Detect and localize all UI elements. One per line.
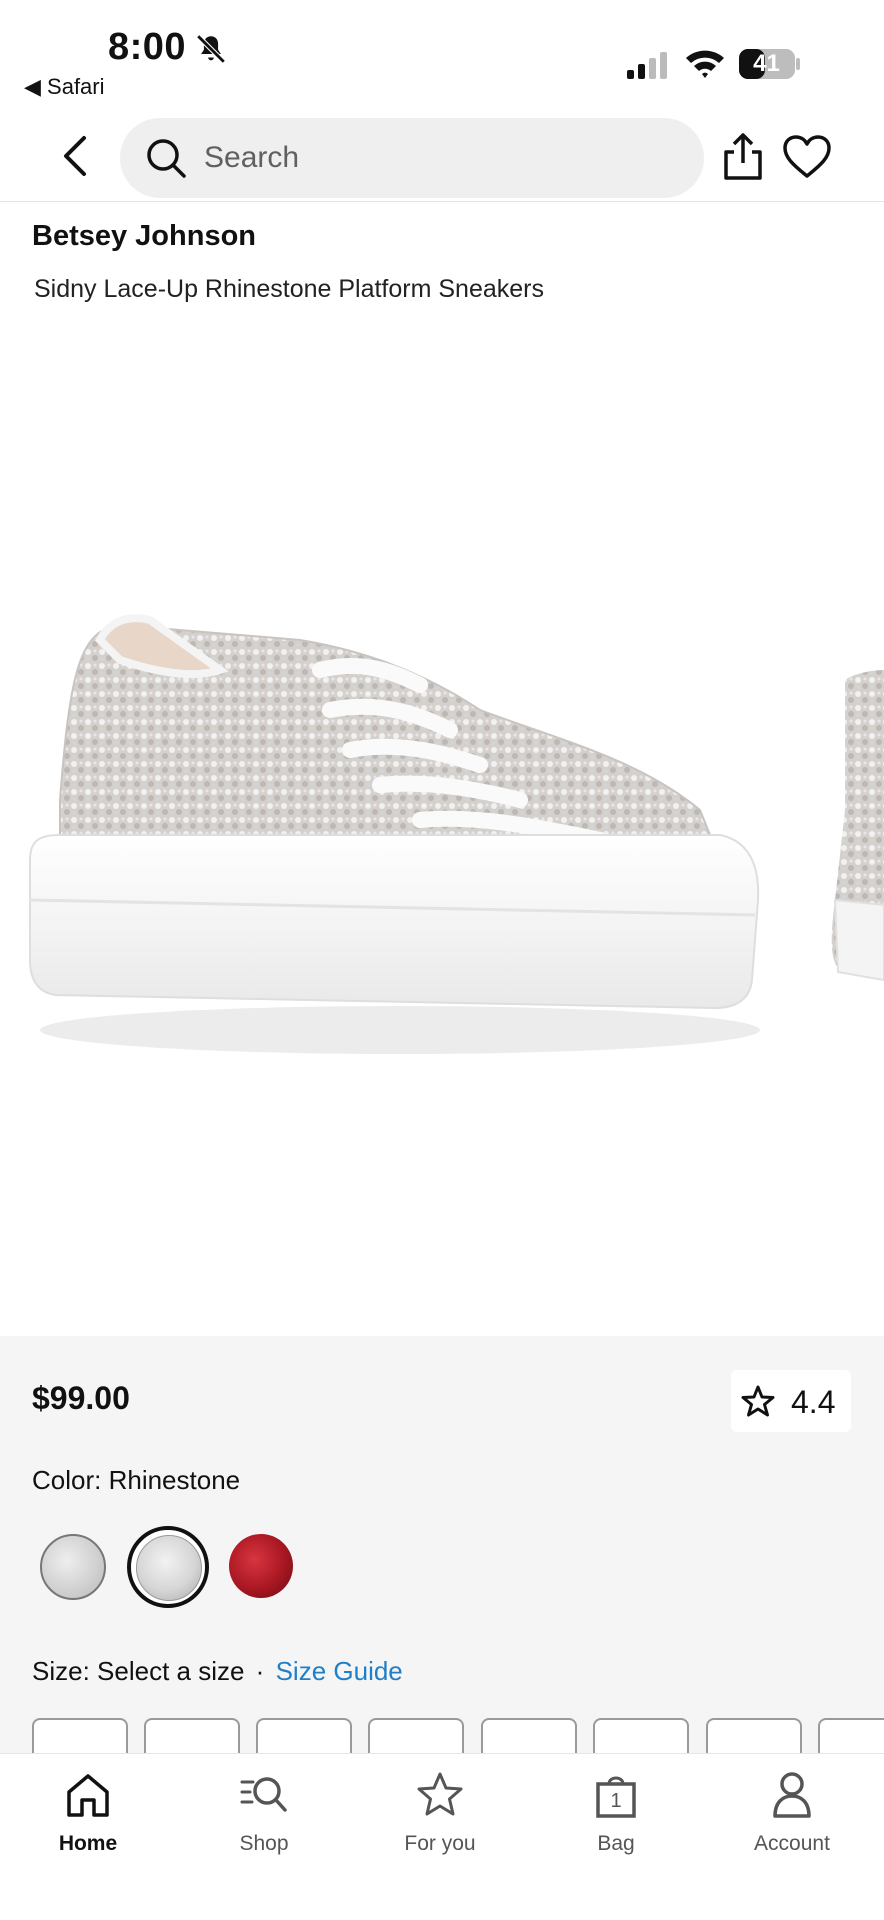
nav-account[interactable]: Account	[704, 1754, 880, 1874]
product-name: Sidny Lace-Up Rhinestone Platform Sneake…	[34, 275, 544, 303]
nav-label: Account	[754, 1832, 830, 1855]
battery-icon: 41	[738, 47, 802, 81]
battery-level: 41	[753, 50, 780, 77]
size-guide-link[interactable]: Size Guide	[276, 1656, 403, 1686]
bell-muted-icon	[196, 34, 226, 64]
color-label: Color: Rhinestone	[32, 1465, 241, 1495]
nav-label: For you	[404, 1832, 476, 1855]
rating-button[interactable]: 4.4	[731, 1370, 851, 1432]
bag-count-badge: 1	[610, 1790, 622, 1812]
rating-value: 4.4	[791, 1384, 836, 1420]
size-row: Size: Select a size · Size Guide	[32, 1656, 403, 1687]
star-icon	[417, 1772, 463, 1816]
status-time: 8:00	[108, 26, 187, 68]
size-separator: ·	[255, 1656, 265, 1686]
cellular-signal-icon	[627, 52, 667, 79]
product-price: $99.00	[32, 1380, 130, 1416]
nav-label: Shop	[239, 1832, 289, 1855]
nav-shop[interactable]: Shop	[176, 1754, 352, 1874]
product-brand[interactable]: Betsey Johnson	[32, 220, 256, 253]
nav-label: Bag	[597, 1832, 635, 1855]
search-icon	[147, 139, 186, 178]
header-divider	[0, 201, 884, 202]
product-image-carousel[interactable]	[0, 340, 884, 1335]
back-to-app[interactable]: ◀ Safari	[24, 74, 105, 100]
nav-home[interactable]: Home	[0, 1754, 176, 1874]
color-swatch-rhinestone[interactable]	[136, 1535, 202, 1601]
account-icon	[773, 1772, 811, 1818]
home-icon	[67, 1774, 109, 1817]
back-chevron-icon[interactable]	[56, 132, 92, 180]
favorite-heart-icon[interactable]	[782, 134, 832, 180]
wifi-icon	[686, 50, 724, 78]
back-app-label: Safari	[47, 74, 105, 99]
share-icon[interactable]	[722, 132, 764, 182]
search-bar[interactable]	[120, 118, 704, 198]
color-swatch-silver[interactable]	[40, 1534, 106, 1600]
search-input[interactable]	[204, 136, 664, 180]
color-swatch-red[interactable]	[229, 1534, 293, 1598]
star-outline-icon	[741, 1385, 775, 1417]
size-label: Size: Select a size	[32, 1656, 245, 1686]
nav-for-you[interactable]: For you	[352, 1754, 528, 1874]
bottom-nav: Home Shop For you 1 Bag Account	[0, 1754, 884, 1920]
nav-bag[interactable]: 1 Bag	[528, 1754, 704, 1874]
shop-search-icon	[240, 1777, 287, 1812]
nav-label: Home	[58, 1832, 118, 1855]
